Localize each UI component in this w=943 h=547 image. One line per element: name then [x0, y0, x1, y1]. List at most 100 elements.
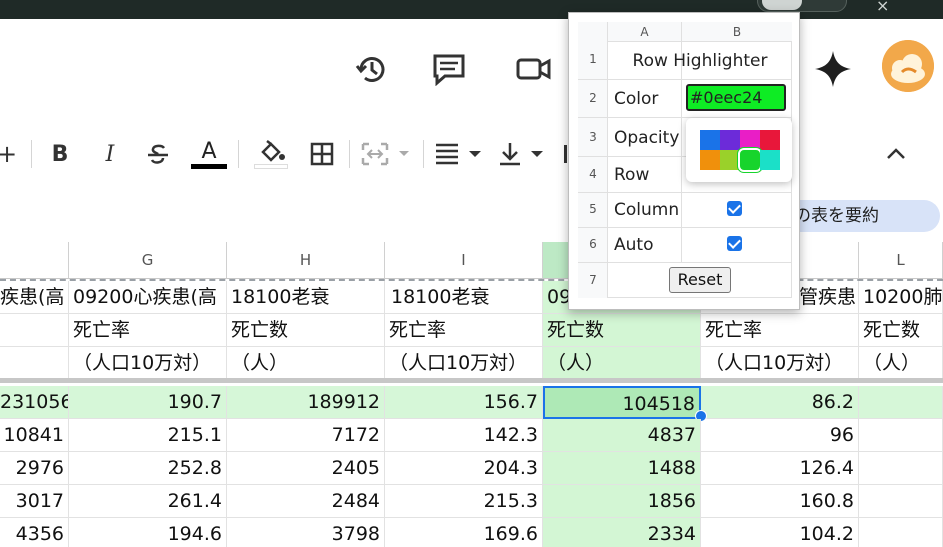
header-cell[interactable]: 18100老衰 — [227, 281, 385, 314]
data-cell[interactable]: 194.6 — [69, 518, 227, 547]
data-cell[interactable]: 156.7 — [385, 386, 543, 419]
data-cell[interactable]: 4837 — [543, 419, 701, 452]
color-input[interactable]: #0eec24 — [686, 84, 786, 111]
data-cell[interactable]: 4356 — [0, 518, 69, 547]
data-cell[interactable]: 252.8 — [69, 452, 227, 485]
popup-row-line — [578, 262, 792, 263]
header-cell[interactable]: 死亡率 — [701, 314, 859, 347]
header-cell[interactable]: 死亡数 — [859, 314, 943, 347]
header-cell[interactable]: 10200肺 — [859, 281, 943, 314]
borders-icon[interactable] — [307, 139, 337, 169]
header-cell[interactable]: 死亡率 — [385, 314, 543, 347]
strikethrough-icon[interactable] — [143, 139, 173, 169]
data-cell[interactable]: 261.4 — [69, 485, 227, 518]
header-cell[interactable]: （人） — [543, 347, 701, 380]
data-cell[interactable]: 189912 — [227, 386, 385, 419]
data-cell[interactable]: 190.7 — [69, 386, 227, 419]
header-cell[interactable]: 死亡率 — [69, 314, 227, 347]
data-cell[interactable]: 169.6 — [385, 518, 543, 547]
header-cell[interactable]: （人口10万対） — [69, 347, 227, 380]
popup-row-line — [578, 192, 792, 193]
data-cell[interactable]: 142.3 — [385, 419, 543, 452]
toolbar-divider — [238, 140, 239, 168]
plus-icon[interactable]: + — [0, 137, 17, 171]
column-header-l[interactable]: L — [859, 242, 943, 279]
italic-icon[interactable]: I — [96, 137, 124, 171]
data-cell[interactable]: 215.1 — [69, 419, 227, 452]
data-cell[interactable]: 7172 — [227, 419, 385, 452]
data-cell[interactable]: 204.3 — [385, 452, 543, 485]
data-cell[interactable]: 1488 — [543, 452, 701, 485]
data-cell[interactable]: 2976 — [0, 452, 69, 485]
swatch-lime[interactable] — [720, 150, 740, 170]
swatch-magenta[interactable] — [740, 130, 760, 150]
data-cell[interactable]: 231056 — [0, 386, 69, 419]
merge-cells-icon — [358, 139, 414, 169]
data-cell[interactable] — [859, 485, 943, 518]
header-cell[interactable]: 09200心疾患(高 — [69, 281, 227, 314]
swatch-teal[interactable] — [760, 150, 780, 170]
swatch-orange[interactable] — [700, 150, 720, 170]
data-cell[interactable]: 160.8 — [701, 485, 859, 518]
data-cell[interactable]: 96 — [701, 419, 859, 452]
video-call-icon[interactable] — [513, 50, 553, 88]
header-cell[interactable]: （人） — [227, 347, 385, 380]
header-cell[interactable]: 疾患(高 — [0, 281, 69, 314]
reset-button[interactable]: Reset — [669, 267, 731, 293]
data-cell[interactable]: 86.2 — [701, 386, 859, 419]
swatch-green-selected[interactable] — [738, 148, 762, 172]
header-cell[interactable] — [0, 347, 69, 380]
close-icon[interactable]: × — [876, 0, 889, 15]
data-cell[interactable]: 3798 — [227, 518, 385, 547]
swatch-red[interactable] — [760, 130, 780, 150]
data-cell[interactable]: 104.2 — [701, 518, 859, 547]
header-cell[interactable]: （人口10万対） — [701, 347, 859, 380]
valign-icon[interactable] — [496, 139, 546, 169]
column-checkbox[interactable] — [727, 201, 742, 216]
selected-cell[interactable]: 104518 — [543, 386, 701, 419]
column-header-g[interactable]: G — [69, 242, 227, 279]
data-cell[interactable]: 2484 — [227, 485, 385, 518]
gemini-sparkle-icon[interactable] — [812, 48, 854, 90]
text-color-swatch — [191, 163, 227, 169]
row-label: Row — [614, 165, 650, 185]
frozen-rows-divider[interactable] — [0, 378, 943, 383]
popup-row-number: 6 — [589, 237, 597, 251]
data-cell[interactable]: 126.4 — [701, 452, 859, 485]
data-cell[interactable]: 2405 — [227, 452, 385, 485]
text-color-icon[interactable]: A — [190, 137, 228, 171]
data-cell[interactable]: 1856 — [543, 485, 701, 518]
collapse-toolbar-icon[interactable] — [880, 139, 912, 169]
auto-checkbox[interactable] — [727, 236, 742, 251]
column-header-h[interactable]: H — [227, 242, 385, 279]
header-cell[interactable]: （人） — [859, 347, 943, 380]
bold-icon[interactable]: B — [46, 137, 74, 171]
data-cell[interactable]: 215.3 — [385, 485, 543, 518]
data-cell[interactable] — [859, 419, 943, 452]
header-cell[interactable]: 死亡数 — [543, 314, 701, 347]
column-header-i[interactable]: I — [385, 242, 543, 279]
fill-color-icon[interactable] — [252, 137, 290, 171]
comment-icon[interactable] — [429, 50, 469, 88]
toolbar-divider — [31, 140, 32, 168]
data-cell[interactable] — [859, 452, 943, 485]
color-label: Color — [614, 89, 659, 109]
swatch-purple[interactable] — [720, 130, 740, 150]
data-cell[interactable] — [859, 386, 943, 419]
avatar[interactable] — [882, 40, 934, 92]
header-cell[interactable]: （人口10万対） — [385, 347, 543, 380]
data-cell[interactable]: 10841 — [0, 419, 69, 452]
data-cell[interactable]: 2334 — [543, 518, 701, 547]
data-cell[interactable]: 3017 — [0, 485, 69, 518]
column-header-f[interactable] — [0, 242, 69, 279]
header-cell[interactable]: 死亡数 — [227, 314, 385, 347]
summarize-chip[interactable]: の表を要約 — [780, 200, 940, 232]
header-cell[interactable] — [0, 314, 69, 347]
align-icon[interactable] — [432, 139, 484, 169]
swatch-blue[interactable] — [700, 130, 720, 150]
history-icon[interactable] — [352, 50, 392, 88]
header-cell[interactable]: 18100老衰 — [385, 281, 543, 314]
popup-col-a: A — [640, 25, 649, 39]
data-cell[interactable] — [859, 518, 943, 547]
opacity-label: Opacity — [614, 128, 680, 148]
